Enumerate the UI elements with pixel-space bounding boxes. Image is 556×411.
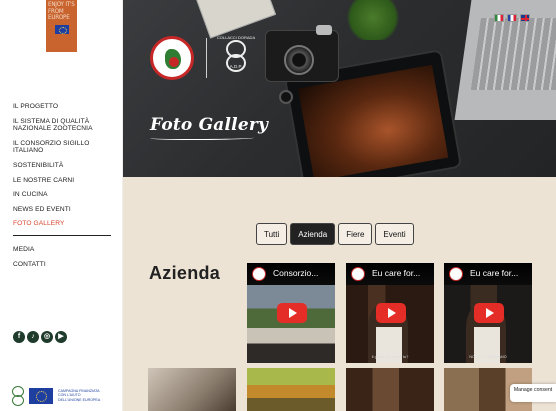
channel-avatar (252, 267, 266, 281)
filter-azienda-button[interactable]: Azienda (290, 223, 336, 245)
video-title: Eu care for... (372, 268, 421, 278)
english-flag-icon[interactable] (520, 14, 530, 22)
consorzio-logo[interactable] (150, 36, 194, 80)
play-icon[interactable] (277, 303, 307, 323)
gallery-image[interactable] (148, 368, 236, 411)
youtube-icon[interactable]: ▶ (55, 331, 67, 343)
play-icon[interactable] (376, 303, 406, 323)
hero-plant (343, 0, 403, 40)
video-scene (444, 285, 532, 363)
gallery-image[interactable] (346, 368, 434, 411)
nav-item-nostre-carni[interactable]: LE NOSTRE CARNI (13, 177, 119, 185)
logo-divider (206, 38, 207, 78)
play-icon[interactable] (474, 303, 504, 323)
nav-item-foto-gallery[interactable]: FOTO GALLERY (13, 220, 119, 228)
video-caption: Il gusto che sa sei tu? (371, 355, 409, 359)
enjoy-europe-logo[interactable]: ENJOY IT'S FROM EUROPE (46, 0, 77, 52)
manage-consent-button[interactable]: Manage consent (510, 384, 556, 402)
nav-item-consorzio[interactable]: IL CONSORZIO SIGILLO ITALIANO (13, 140, 119, 155)
gallery-main: Tutti Azienda Fiere Eventi Azienda Conso… (123, 177, 556, 411)
nav-item-contatti[interactable]: CONTATTI (13, 261, 119, 269)
funding-footer: CAMPAGNA FINANZIATA CON L'AIUTO DELL'UNI… (0, 380, 123, 411)
french-flag-icon[interactable] (507, 14, 517, 22)
filter-fiere-button[interactable]: Fiere (338, 223, 373, 245)
eu-flag-icon (54, 24, 69, 34)
nav-item-news-eventi[interactable]: NEWS ED EVENTI (13, 206, 119, 214)
gallery-image[interactable] (247, 368, 335, 411)
dop-logo-text: A.D.P. (229, 64, 243, 69)
section-title: Azienda (149, 263, 221, 283)
video-thumbnail[interactable]: Eu care for... NOI E LO SAPPIAMO (444, 263, 532, 363)
channel-avatar (449, 267, 463, 281)
channel-avatar (351, 267, 365, 281)
tiktok-icon[interactable]: ♪ (27, 331, 39, 343)
filter-eventi-button[interactable]: Eventi (375, 223, 414, 245)
video-caption: NOI E LO SAPPIAMO (469, 355, 507, 359)
dop-logo: COLLACCI DORADA A.D.P. (216, 35, 256, 76)
main-nav: IL PROGETTO IL SISTEMA DI QUALITÀ NAZION… (13, 103, 119, 275)
social-links: f ♪ ◎ ▶ (13, 331, 67, 343)
nav-item-sistema-qualita[interactable]: IL SISTEMA DI QUALITÀ NAZIONALE ZOOTECNI… (13, 118, 119, 133)
funding-text: CAMPAGNA FINANZIATA CON L'AIUTO DELL'UNI… (58, 388, 101, 402)
hero-camera (265, 25, 339, 82)
gallery-filters: Tutti Azienda Fiere Eventi (256, 223, 414, 245)
instagram-icon[interactable]: ◎ (41, 331, 53, 343)
nav-item-il-progetto[interactable]: IL PROGETTO (13, 103, 119, 111)
video-scene (346, 285, 434, 363)
eu-flag-icon (29, 387, 53, 404)
nav-divider (13, 234, 111, 236)
video-scene (247, 285, 335, 363)
nav-item-media[interactable]: MEDIA (13, 246, 119, 254)
sidebar: ENJOY IT'S FROM EUROPE IL PROGETTO IL SI… (0, 0, 123, 411)
video-thumbnail[interactable]: Eu care for... Il gusto che sa sei tu? (346, 263, 434, 363)
page: ENJOY IT'S FROM EUROPE IL PROGETTO IL SI… (0, 0, 556, 411)
hero-banner: COLLACCI DORADA A.D.P. Foto Gallery (123, 0, 556, 177)
italian-flag-icon[interactable] (494, 14, 504, 22)
video-title: Eu care for... (470, 268, 519, 278)
nav-item-in-cucina[interactable]: IN CUCINA (13, 191, 119, 199)
video-title: Consorzio... (273, 268, 319, 278)
italy-map-icon (165, 49, 181, 69)
nav-item-sostenibilita[interactable]: SOSTENIBILITÀ (13, 162, 119, 170)
page-title: Foto Gallery (150, 115, 269, 135)
language-switcher (494, 14, 530, 22)
hero-lens-cap (279, 90, 293, 104)
video-thumbnail[interactable]: Consorzio... (247, 263, 335, 363)
consortium-mark-icon (10, 385, 24, 406)
filter-tutti-button[interactable]: Tutti (256, 223, 288, 245)
facebook-icon[interactable]: f (13, 331, 25, 343)
enjoy-logo-text: ENJOY IT'S FROM EUROPE (48, 1, 75, 22)
